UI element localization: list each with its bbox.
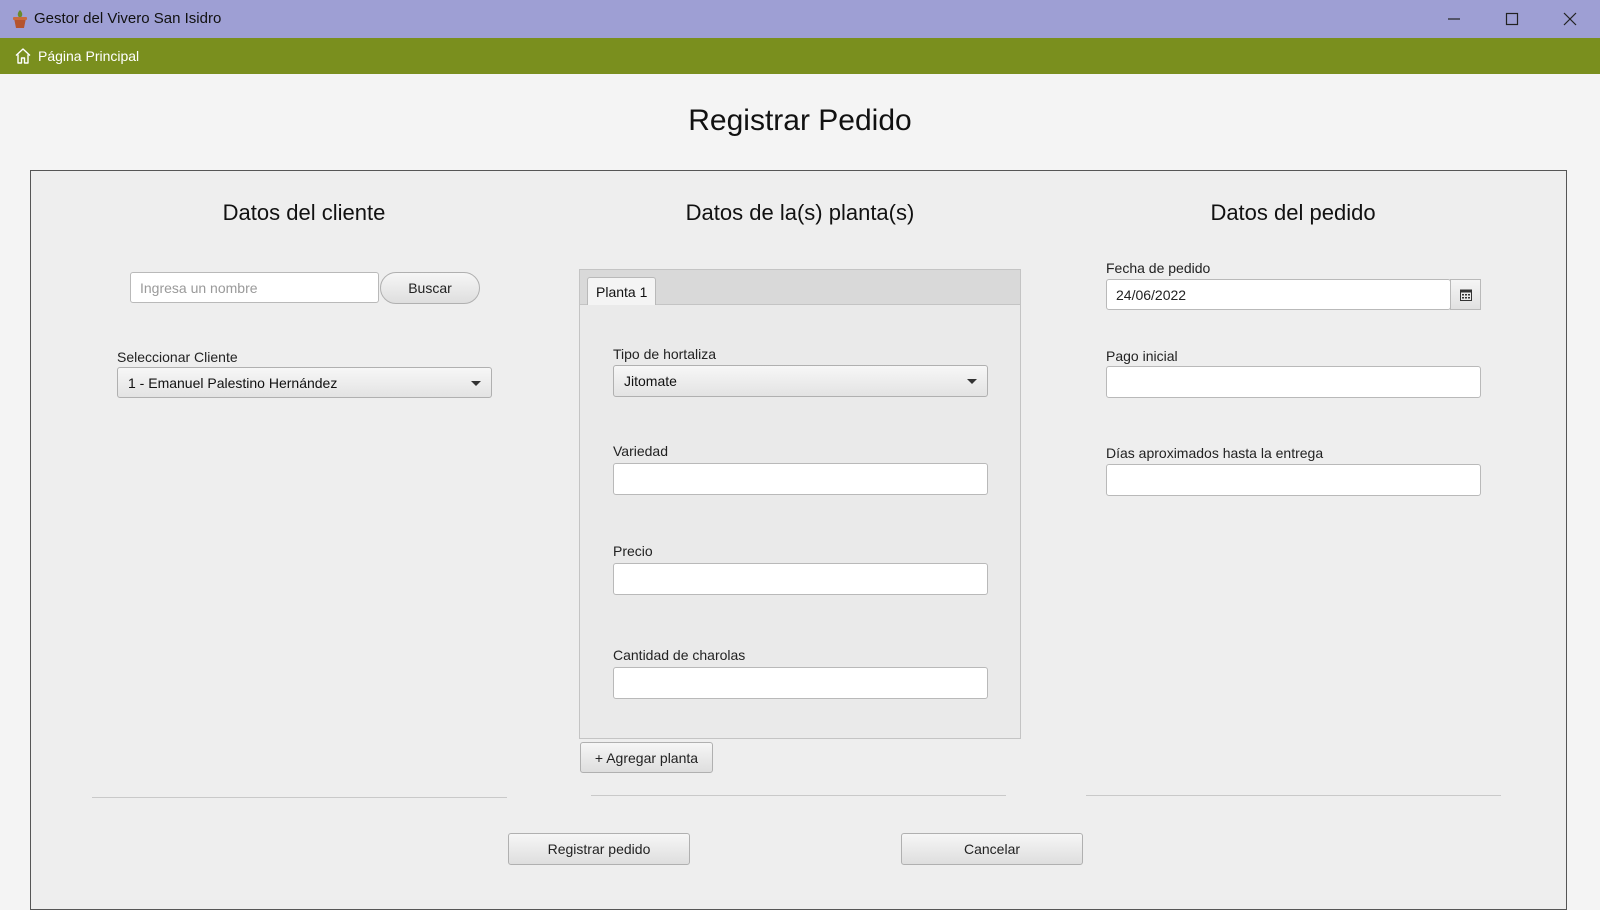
- close-button[interactable]: [1541, 0, 1599, 38]
- order-date-label: Fecha de pedido: [1106, 260, 1211, 276]
- chevron-down-icon: [471, 381, 481, 386]
- calendar-button[interactable]: [1450, 279, 1481, 310]
- search-button[interactable]: Buscar: [380, 272, 480, 304]
- initial-payment-input[interactable]: [1106, 366, 1481, 398]
- maximize-button[interactable]: [1483, 0, 1541, 38]
- chevron-down-icon: [967, 379, 977, 384]
- plant-pot-icon: [11, 9, 29, 29]
- separator-middle: [591, 795, 1006, 796]
- vegetable-type-label: Tipo de hortaliza: [613, 346, 716, 362]
- delivery-days-input[interactable]: [1106, 464, 1481, 496]
- select-client-label: Seleccionar Cliente: [117, 349, 238, 365]
- client-select[interactable]: 1 - Emanuel Palestino Hernández: [117, 367, 492, 398]
- client-section-title: Datos del cliente: [222, 200, 386, 225]
- initial-payment-label: Pago inicial: [1106, 348, 1178, 364]
- minimize-button[interactable]: [1425, 0, 1483, 38]
- window-title: Gestor del Vivero San Isidro: [34, 10, 222, 27]
- delivery-days-label: Días aproximados hasta la entrega: [1106, 445, 1324, 461]
- separator-left: [92, 797, 507, 798]
- plants-section-title: Datos de la(s) planta(s): [685, 200, 915, 225]
- home-menu-item[interactable]: Página Principal: [14, 38, 139, 74]
- maximize-icon: [1505, 12, 1519, 26]
- minimize-icon: [1448, 18, 1460, 20]
- page-title: Registrar Pedido: [688, 104, 912, 137]
- price-label: Precio: [613, 543, 653, 559]
- order-date-input[interactable]: [1106, 279, 1451, 310]
- tab-header: Planta 1: [580, 270, 1020, 305]
- vegetable-type-value: Jitomate: [624, 373, 677, 389]
- cancel-button[interactable]: Cancelar: [901, 833, 1083, 865]
- variety-label: Variedad: [613, 443, 669, 459]
- tray-quantity-input[interactable]: [613, 667, 988, 699]
- home-label: Página Principal: [38, 48, 140, 64]
- tray-quantity-label: Cantidad de charolas: [613, 647, 746, 663]
- menu-bar: Página Principal: [0, 38, 1600, 74]
- separator-right: [1086, 795, 1501, 796]
- vegetable-type-select[interactable]: Jitomate: [613, 365, 988, 397]
- home-icon: [15, 48, 31, 64]
- calendar-icon: [1459, 289, 1472, 301]
- client-select-value: 1 - Emanuel Palestino Hernández: [128, 374, 338, 391]
- client-search-input[interactable]: [130, 272, 379, 303]
- price-input[interactable]: [613, 563, 988, 595]
- tab-planta-1[interactable]: Planta 1: [587, 277, 657, 305]
- order-section-title: Datos del pedido: [1210, 200, 1376, 225]
- close-icon: [1563, 12, 1577, 26]
- add-plant-button[interactable]: + Agregar planta: [580, 742, 713, 773]
- title-bar: Gestor del Vivero San Isidro: [0, 0, 1600, 38]
- register-order-button[interactable]: Registrar pedido: [508, 833, 690, 865]
- variety-input[interactable]: [613, 463, 988, 495]
